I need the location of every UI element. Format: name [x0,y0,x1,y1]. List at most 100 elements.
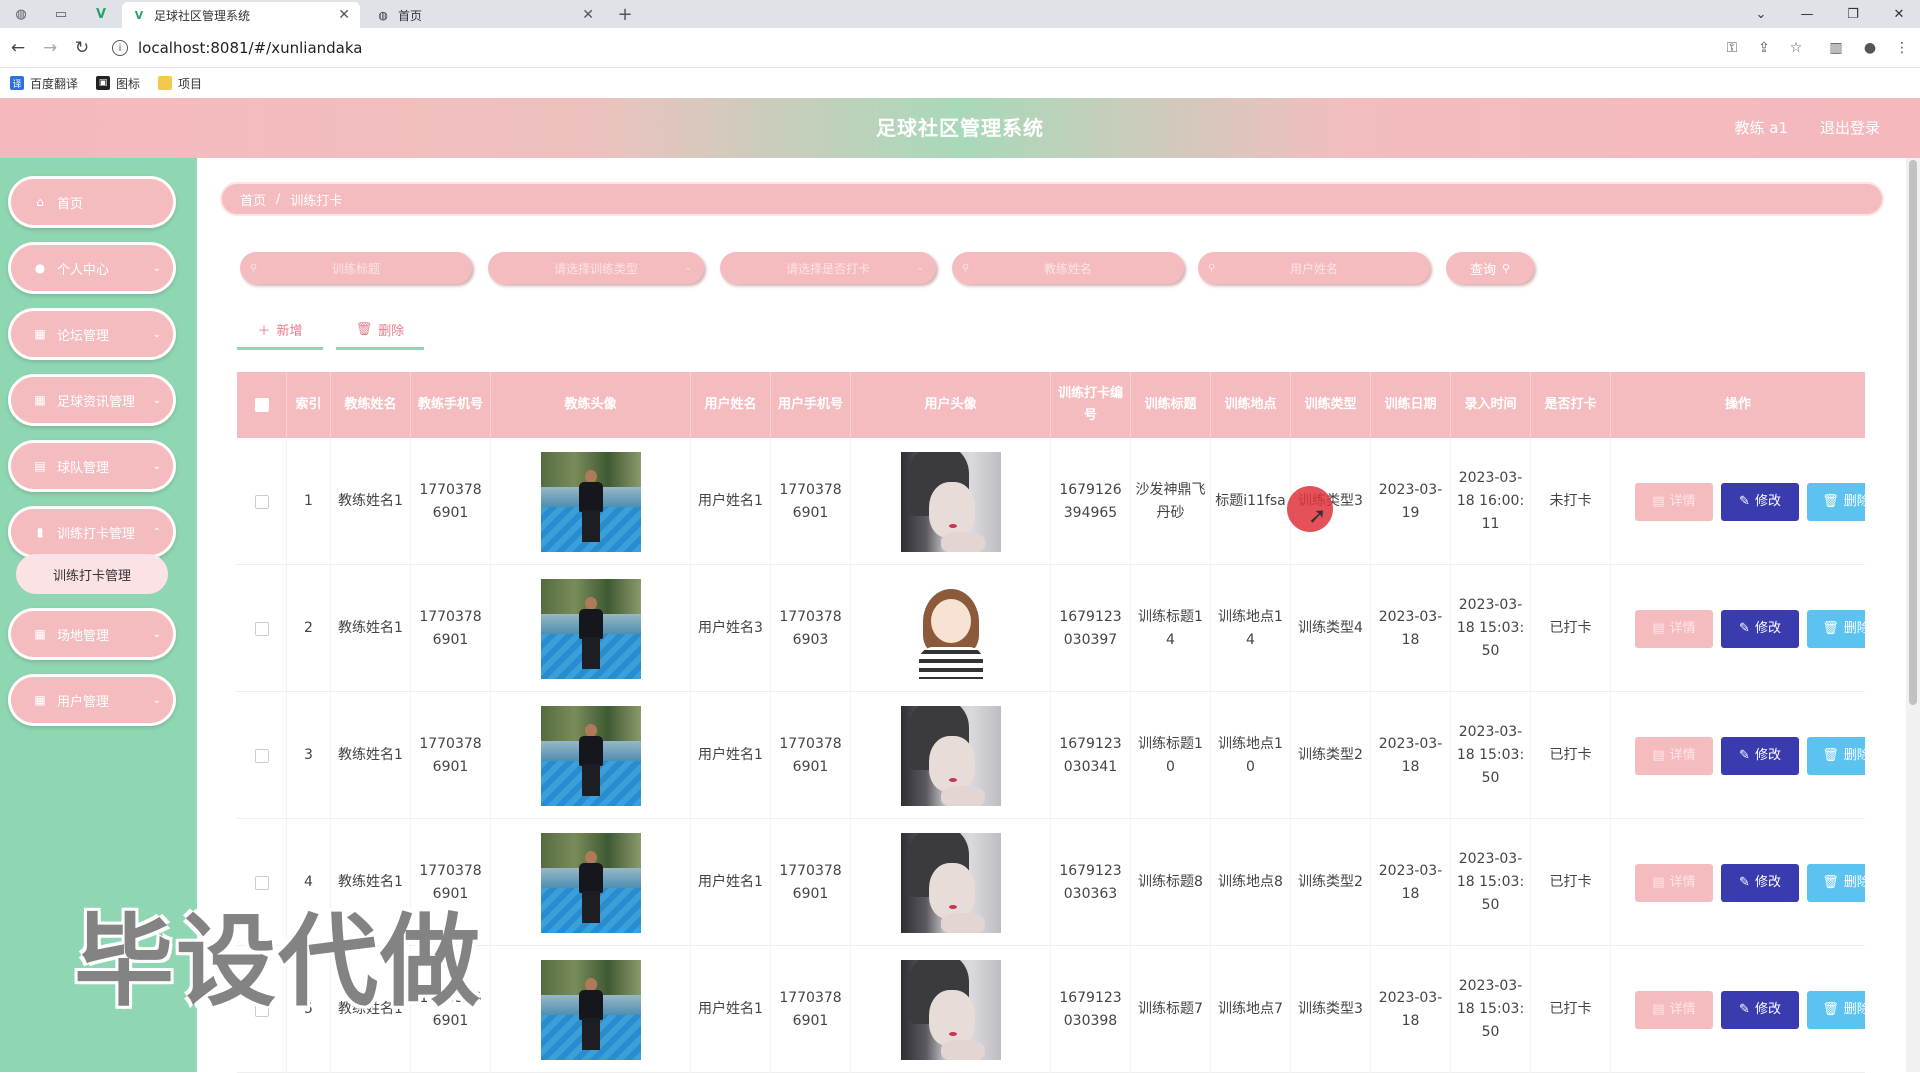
share-icon[interactable]: ⇪ [1754,38,1774,58]
tab-search-icon[interactable]: ⌄ [1740,0,1782,28]
column-header: 索引 [287,372,331,438]
window-close-icon[interactable]: ✕ [1878,0,1920,28]
coach-avatar-cell [491,565,691,692]
type-select[interactable]: 请选择训练类型 ⌄ [488,252,704,284]
select-all-checkbox[interactable] [254,398,269,412]
detail-label: 详情 [1669,1002,1696,1017]
delete-label: 删除 [378,324,405,339]
sidebar-item-users[interactable]: ▦ 用户管理 ⌄ [8,674,176,726]
minimize-icon[interactable]: — [1786,0,1828,28]
vue-tab-icon[interactable]: V [90,4,112,24]
row-checkbox[interactable] [254,494,269,509]
bar-chart-icon: ▮ [36,525,44,539]
sidebar-item-home[interactable]: ⌂ 首页 [8,176,176,228]
tab-active[interactable]: V 足球社区管理系统 ✕ [122,2,360,28]
breadcrumb-home[interactable]: 首页 [240,190,266,209]
chevron-down-icon: ⌄ [152,694,161,706]
search-icon: ⚲ [250,262,258,274]
edit-button[interactable]: ✎ 修改 [1721,863,1799,902]
bookmark-baidu-translate[interactable]: 译 百度翻译 [10,75,78,92]
close-icon[interactable]: ✕ [338,7,350,23]
tab-title: 足球社区管理系统 [154,8,251,23]
sidebar-item-news[interactable]: ▦ 足球资讯管理 ⌄ [8,374,176,426]
table-row: 2 教练姓名1 17703786901 用户姓名3 17703786903 1679123… [237,565,1865,692]
cell-code: 1679123030397 [1051,565,1131,692]
bookmark-icons[interactable]: ▣ 图标 [96,75,140,92]
cell-user-phone: 17703786901 [771,819,851,946]
search-icon: ⚲ [1501,261,1511,275]
cell-created: 2023-03-18 16:00:11 [1451,438,1531,565]
cell-checked: 已打卡 [1531,692,1611,819]
tab-home[interactable]: ◍ 首页 ✕ [366,2,604,28]
chevron-down-icon: ⌄ [152,460,161,472]
edit-button[interactable]: ✎ 修改 [1721,609,1799,648]
edit-button[interactable]: ✎ 修改 [1721,990,1799,1029]
sidebar-item-profile[interactable]: ● 个人中心 ⌄ [8,242,176,294]
delete-button[interactable]: 🗑 删除 [1807,609,1865,648]
checkin-select[interactable]: 请选择是否打卡 ⌄ [720,252,936,284]
menu-icon[interactable]: ⋮ [1892,38,1912,58]
sidepanel-icon[interactable]: ▥ [1826,38,1846,58]
detail-button[interactable]: ▤ 详情 [1635,863,1713,902]
page-scrollbar[interactable] [1906,158,1920,1072]
cell-user: 用户姓名1 [691,438,771,565]
cell-coach-phone: 17703786901 [411,565,491,692]
clipboard-icon: ▤ [34,459,46,473]
coach-search-input[interactable]: ⚲ 教练姓名 [952,252,1184,284]
trash-icon: 🗑 [355,322,373,337]
close-icon[interactable]: ✕ [582,7,594,23]
delete-button[interactable]: 🗑 删除 [1807,736,1865,775]
logout-link[interactable]: 退出登录 [1820,98,1880,158]
chevron-down-icon: ⌄ [916,263,924,273]
delete-button[interactable]: 🗑 删除 [1807,482,1865,521]
row-checkbox[interactable] [254,621,269,636]
reload-icon[interactable]: ↻ [70,36,94,60]
delete-button[interactable]: 🗑 删除 [1807,990,1865,1029]
forward-icon[interactable]: → [38,36,62,60]
row-checkbox[interactable] [254,748,269,763]
detail-button[interactable]: ▤ 详情 [1635,482,1713,521]
cell-coach-phone: 17703786901 [411,438,491,565]
edit-button[interactable]: ✎ 修改 [1721,736,1799,775]
new-tab-button[interactable]: + [614,4,636,25]
blank-tab-icon[interactable]: ▭ [50,4,72,24]
back-icon[interactable]: ← [6,36,30,60]
search-icon: ⚲ [1208,262,1216,274]
key-icon[interactable]: ⚿ [1722,38,1742,58]
scrollbar-thumb[interactable] [1909,160,1917,705]
edit-button[interactable]: ✎ 修改 [1721,482,1799,521]
detail-button[interactable]: ▤ 详情 [1635,736,1713,775]
bookmark-project[interactable]: 项目 [158,75,202,92]
restore-icon[interactable]: ❐ [1832,0,1874,28]
trash-icon: 🗑 [1822,494,1839,509]
column-header: 教练手机号 [411,372,491,438]
cell-type: 训练类型2 [1291,819,1371,946]
sidebar-item-forum[interactable]: ▦ 论坛管理 ⌄ [8,308,176,360]
detail-button[interactable]: ▤ 详情 [1635,990,1713,1029]
cell-date: 2023-03-18 [1371,946,1451,1073]
query-label: 查询 [1469,262,1496,278]
info-icon[interactable]: i [112,40,128,56]
query-button[interactable]: 查询 ⚲ [1446,252,1534,284]
column-header: 训练地点 [1211,372,1291,438]
sidebar-item-team[interactable]: ▤ 球队管理 ⌄ [8,440,176,492]
url-field[interactable]: i localhost:8081/#/xunliandaka [112,37,363,59]
sidebar-item-training[interactable]: ▮ 训练打卡管理 ⌃ [8,506,176,558]
globe-icon[interactable]: ◍ [10,4,32,24]
delete-button[interactable]: 🗑 删除 [1807,863,1865,902]
sidebar-subitem-training[interactable]: 训练打卡管理 [16,554,168,594]
user-search-input[interactable]: ⚲ 用户姓名 [1198,252,1430,284]
detail-button[interactable]: ▤ 详情 [1635,609,1713,648]
batch-delete-button[interactable]: 🗑 删除 [336,312,424,350]
sidebar-item-venue[interactable]: ▦ 场地管理 ⌄ [8,608,176,660]
star-icon[interactable]: ☆ [1786,38,1806,58]
document-icon: ▤ [1652,494,1665,509]
column-header: 用户头像 [851,372,1051,438]
title-search-input[interactable]: ⚲ 训练标题 [240,252,472,284]
document-icon: ▤ [1652,748,1665,763]
profile-icon[interactable]: ● [1860,38,1880,58]
cell-type: 训练类型2 [1291,692,1371,819]
vue-icon: V [134,8,144,22]
add-button[interactable]: ＋ 新增 [237,312,323,350]
grid-icon: ▦ [34,393,46,407]
